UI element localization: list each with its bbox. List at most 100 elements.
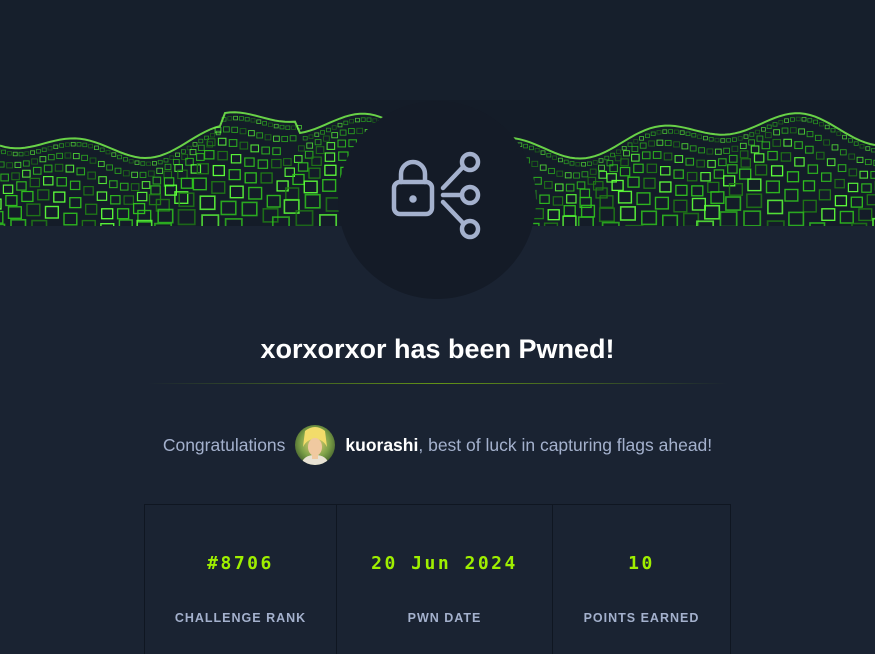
banner-cube xyxy=(244,172,257,184)
banner-cube xyxy=(821,208,836,222)
banner-cube xyxy=(801,117,807,122)
banner-cube xyxy=(139,171,147,178)
banner-cube xyxy=(569,161,575,166)
banner-cube xyxy=(239,128,247,135)
banner-cube xyxy=(819,121,824,127)
banner-cube xyxy=(668,129,673,134)
banner-cube xyxy=(662,129,668,134)
banner-cube xyxy=(743,210,762,226)
banner-cube xyxy=(217,150,228,161)
banner-cube xyxy=(7,206,23,220)
banner-cube xyxy=(719,211,738,226)
banner-cube xyxy=(123,195,134,205)
banner-cube xyxy=(63,212,78,226)
banner-cube xyxy=(766,124,772,129)
banner-cube xyxy=(592,180,604,191)
banner-cube xyxy=(98,176,107,185)
stat-value: #8706 xyxy=(207,553,274,574)
banner-cube xyxy=(141,181,151,189)
banner-cube xyxy=(859,170,869,179)
banner-cube xyxy=(713,169,725,179)
banner-cube xyxy=(633,163,644,174)
stat-label: POINTS EARNED xyxy=(583,611,700,625)
banner-cube xyxy=(314,139,322,146)
banner-cube xyxy=(88,143,93,149)
banner-cube xyxy=(656,130,662,135)
banner-cube xyxy=(802,199,817,213)
banner-cube xyxy=(592,160,598,165)
banner-cube xyxy=(648,140,655,147)
banner-cube xyxy=(640,210,658,226)
username[interactable]: kuorashi xyxy=(345,435,418,456)
banner-cube xyxy=(621,146,627,151)
banner-cube xyxy=(531,160,539,167)
banner-cube xyxy=(674,155,684,163)
banner-cube xyxy=(178,192,195,208)
banner-cube xyxy=(100,222,115,226)
banner-cube xyxy=(587,176,597,185)
banner-cube xyxy=(152,176,162,185)
stat-label: PWN DATE xyxy=(407,611,482,625)
banner-cube xyxy=(641,151,651,160)
user-avatar[interactable] xyxy=(295,425,336,465)
banner-cube xyxy=(244,157,255,167)
banner-cube xyxy=(283,158,292,166)
banner-cube xyxy=(315,146,325,155)
banner-cube xyxy=(189,149,197,156)
banner-cube xyxy=(659,165,671,176)
banner-cube xyxy=(858,208,873,222)
banner-cube xyxy=(563,159,569,165)
banner-cube xyxy=(772,138,782,147)
banner-cube xyxy=(836,131,842,136)
banner-cube xyxy=(146,161,152,166)
banner-cube xyxy=(681,143,689,150)
banner-cube xyxy=(97,160,105,168)
stat-pwn-date: 20 Jun 2024 PWN DATE xyxy=(337,505,553,654)
banner-cube xyxy=(163,170,173,179)
banner-cube xyxy=(737,136,743,141)
banner-cube xyxy=(7,151,12,156)
congrats-prefix: Congratulations xyxy=(162,434,286,455)
banner-cube xyxy=(228,139,238,147)
banner-cube xyxy=(533,176,542,185)
banner-cube xyxy=(324,152,336,162)
stat-value: 10 xyxy=(628,553,655,574)
banner-cube xyxy=(691,185,704,197)
stat-points-earned: 10 POINTS EARNED xyxy=(553,505,730,654)
banner-cube xyxy=(842,134,847,140)
banner-cube xyxy=(748,139,755,146)
banner-cube xyxy=(805,145,814,154)
banner-cube xyxy=(248,130,255,137)
page-title: xorxorxor has been Pwned! xyxy=(260,334,615,364)
banner-cube xyxy=(285,125,291,130)
banner-cube xyxy=(679,130,685,135)
banner-cube xyxy=(224,218,243,226)
banner-cube xyxy=(343,120,349,126)
banner-cube xyxy=(267,122,273,127)
banner-cube xyxy=(199,195,216,211)
banner-cube xyxy=(562,215,577,226)
banner-cube xyxy=(303,180,318,194)
top-strip xyxy=(0,0,875,100)
banner-cube xyxy=(673,199,688,213)
banner-cube xyxy=(850,196,863,208)
banner-cube xyxy=(830,127,836,133)
banner-cube xyxy=(326,142,336,150)
banner-cube xyxy=(587,161,592,166)
banner-cube xyxy=(250,144,260,153)
banner-cube xyxy=(859,144,865,149)
banner-cube xyxy=(544,180,553,189)
banner-cube xyxy=(151,161,157,166)
banner-cube xyxy=(834,195,848,207)
banner-cube xyxy=(264,134,272,141)
banner-cube xyxy=(26,203,41,217)
banner-cube xyxy=(726,138,731,143)
banner-cube xyxy=(304,193,321,209)
banner-cube xyxy=(718,158,727,167)
banner-cube xyxy=(192,142,198,147)
banner-cube xyxy=(256,132,264,139)
banner-cube xyxy=(81,154,88,161)
banner-cube xyxy=(10,219,27,226)
banner-cube xyxy=(780,152,792,162)
banner-cube xyxy=(147,170,155,177)
